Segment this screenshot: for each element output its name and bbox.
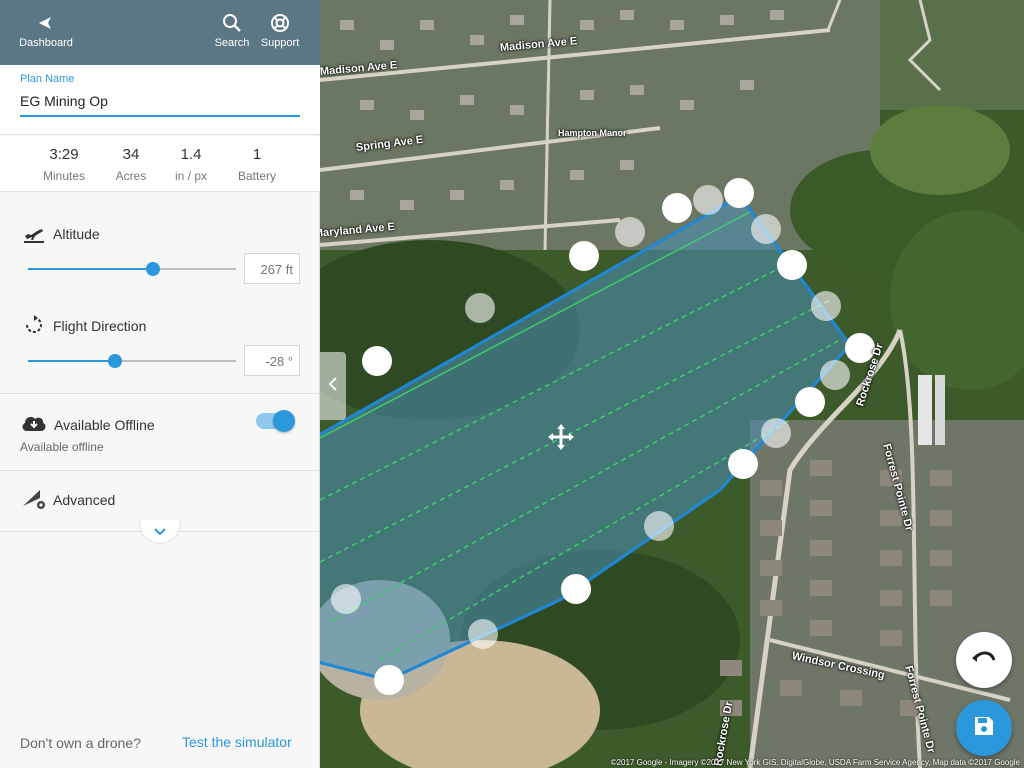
altitude-label: Altitude (53, 226, 100, 242)
offline-toggle-knob (273, 410, 295, 432)
stat-value: 34 (122, 146, 140, 163)
rotate-icon (22, 313, 46, 337)
search-icon (222, 12, 242, 34)
altitude-slider[interactable] (28, 262, 236, 276)
offline-sublabel: Available offline (20, 440, 104, 454)
dashboard-label: Dashboard (19, 37, 73, 49)
support-button[interactable]: Support (258, 12, 302, 49)
support-label: Support (260, 37, 300, 49)
undo-button[interactable] (956, 632, 1012, 688)
offline-toggle[interactable] (256, 410, 295, 432)
advanced-settings-icon (22, 486, 46, 510)
map-view[interactable]: Madison Ave E Madison Ave E Spring Ave E… (320, 0, 1024, 768)
save-button[interactable] (956, 700, 1012, 756)
dashboard-button[interactable]: Dashboard (16, 12, 76, 49)
stat-battery: 1 Battery (225, 146, 289, 183)
collapse-sidebar-button[interactable] (320, 352, 346, 420)
airplane-takeoff-icon (22, 222, 46, 246)
street-label: Hampton Manor (558, 128, 627, 138)
sidebar-topbar: Dashboard Search Support (0, 0, 320, 65)
flight-direction-slider-fill (28, 360, 116, 362)
altitude-value-field[interactable]: 267 ft (244, 253, 300, 284)
app: Madison Ave E Madison Ave E Spring Ave E… (0, 0, 1024, 768)
offline-label: Available Offline (54, 417, 155, 433)
stat-unit: in / px (174, 169, 207, 183)
stat-unit: Minutes (42, 169, 86, 183)
stat-resolution: 1.4 in / px (159, 146, 223, 183)
flight-direction-value-field[interactable]: -28 ° (244, 345, 300, 376)
plan-name-underline (20, 115, 300, 117)
search-label: Search (214, 37, 250, 49)
undo-icon (971, 648, 997, 673)
stat-minutes: 3:29 Minutes (32, 146, 96, 183)
stat-value: 1.4 (180, 146, 202, 163)
altitude-slider-thumb[interactable] (145, 262, 160, 276)
flight-direction-slider-thumb[interactable] (108, 354, 123, 368)
stat-value: 3:29 (49, 146, 79, 163)
altitude-slider-fill (28, 268, 153, 270)
plan-stats: 3:29 Minutes 34 Acres 1.4 in / px 1 Batt… (0, 136, 320, 192)
sidebar: Dashboard Search Support Plan Name EG Mi… (0, 0, 320, 768)
cloud-download-icon (20, 411, 48, 435)
satellite-map (320, 0, 1024, 768)
save-icon (973, 715, 995, 742)
divider (0, 393, 320, 394)
plan-name-field[interactable]: Plan Name EG Mining Op (0, 65, 320, 135)
divider (0, 470, 320, 471)
lifebuoy-icon (270, 12, 290, 34)
chevron-down-icon (154, 523, 166, 541)
stat-unit: Battery (237, 169, 276, 183)
chevron-left-icon (328, 376, 338, 396)
stat-unit: Acres (115, 169, 147, 183)
flight-direction-label: Flight Direction (53, 318, 147, 334)
arrow-back-icon (37, 12, 55, 34)
advanced-label[interactable]: Advanced (53, 492, 115, 508)
footer-question: Don't own a drone? (20, 735, 141, 751)
flight-direction-slider[interactable] (28, 354, 236, 368)
expand-advanced-button[interactable] (139, 520, 181, 544)
test-simulator-link[interactable]: Test the simulator (182, 734, 292, 750)
map-copyright: ©2017 Google - Imagery ©2017 New York GI… (610, 758, 1020, 767)
stat-acres: 34 Acres (99, 146, 163, 183)
plan-name-input[interactable]: EG Mining Op (20, 93, 108, 109)
plan-name-label: Plan Name (20, 73, 75, 85)
search-button[interactable]: Search (212, 12, 252, 49)
stat-value: 1 (252, 146, 262, 163)
